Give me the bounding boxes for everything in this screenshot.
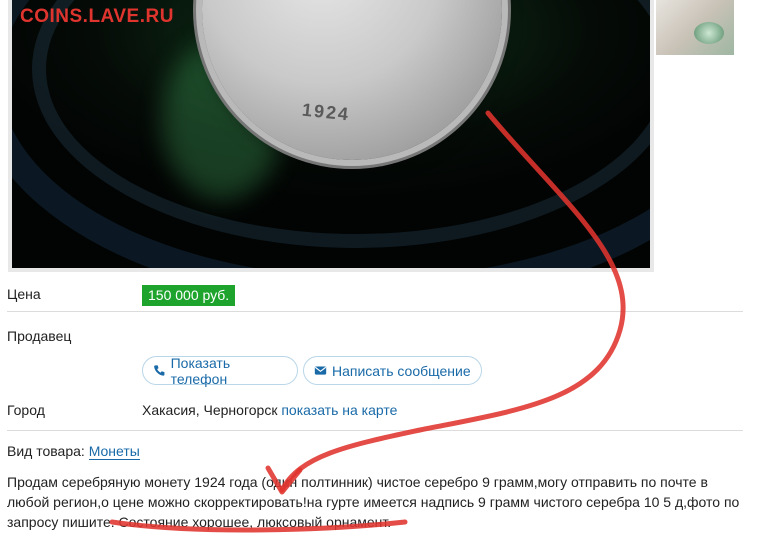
price-badge: 150 000 руб.	[142, 285, 236, 306]
divider	[7, 311, 743, 312]
city-label: Город	[7, 402, 45, 418]
listing-description: Продам серебряную монету 1924 года (один…	[7, 474, 740, 530]
show-on-map-link[interactable]: показать на карте	[281, 402, 397, 418]
item-type-row: Вид товара: Монеты	[7, 443, 140, 460]
coin-thumbnail-image	[694, 22, 724, 44]
coin-photo[interactable]: 1924	[12, 0, 650, 268]
write-message-label: Написать сообщение	[332, 362, 471, 379]
seller-label: Продавец	[7, 328, 72, 344]
envelope-icon	[314, 366, 327, 375]
write-message-button[interactable]: Написать сообщение	[303, 356, 482, 385]
city-value: Хакасия, Черногорск	[142, 402, 278, 418]
listing-photo-frame: 1924	[8, 0, 654, 272]
city-row: Хакасия, Черногорск показать на карте	[142, 402, 397, 418]
coin-year-text: 1924	[301, 99, 352, 125]
coin-thumbnail[interactable]	[656, 0, 734, 55]
item-type-label: Вид товара:	[7, 443, 85, 459]
item-type-link[interactable]: Монеты	[88, 443, 140, 460]
price-label: Цена	[7, 286, 41, 302]
divider	[7, 430, 743, 431]
show-phone-button[interactable]: Показать телефон	[142, 354, 298, 387]
show-phone-label: Показать телефон	[170, 354, 231, 387]
site-watermark: COINS.LAVE.RU	[20, 6, 174, 27]
phone-icon	[154, 365, 165, 376]
